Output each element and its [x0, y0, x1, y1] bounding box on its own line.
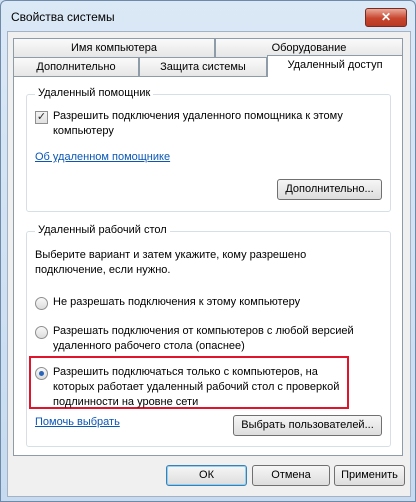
- assistance-advanced-button[interactable]: Дополнительно...: [277, 179, 382, 200]
- remote-assistance-title: Удаленный помощник: [35, 87, 154, 99]
- help-choose-link[interactable]: Помочь выбрать: [35, 415, 120, 430]
- dialog-client: Имя компьютера Оборудование Дополнительн…: [7, 31, 411, 497]
- remote-panel: Удаленный помощник ✓ Разрешить подключен…: [13, 76, 403, 456]
- system-properties-window: Свойства системы ✕ Имя компьютера Оборуд…: [0, 0, 416, 502]
- remote-desktop-title: Удаленный рабочий стол: [35, 224, 170, 236]
- tab-remote[interactable]: Удаленный доступ: [267, 55, 403, 77]
- option-nla-radio[interactable]: [35, 367, 48, 380]
- option-any-version-radio[interactable]: [35, 326, 48, 339]
- tab-advanced[interactable]: Дополнительно: [13, 57, 139, 76]
- tab-system-protection[interactable]: Защита системы: [139, 57, 267, 76]
- option-any-version-label: Разрешать подключения от компьютеров с л…: [53, 325, 354, 352]
- option-deny-radio[interactable]: [35, 297, 48, 310]
- close-icon[interactable]: ✕: [365, 8, 407, 27]
- cancel-button[interactable]: Отмена: [252, 465, 330, 486]
- remote-assistance-group: Удаленный помощник ✓ Разрешить подключен…: [26, 87, 391, 212]
- option-nla-label: Разрешить подключаться только с компьюте…: [53, 366, 340, 408]
- select-users-button[interactable]: Выбрать пользователей...: [233, 415, 382, 436]
- remote-desktop-instruction: Выберите вариант и затем укажите, кому р…: [35, 249, 307, 276]
- option-deny-label: Не разрешать подключения к этому компьют…: [53, 296, 301, 308]
- remote-desktop-group: Удаленный рабочий стол Выберите вариант …: [26, 224, 391, 447]
- ok-button[interactable]: ОК: [166, 465, 247, 486]
- window-title: Свойства системы: [11, 10, 115, 24]
- tab-computer-name[interactable]: Имя компьютера: [13, 38, 215, 57]
- allow-assistance-label: Разрешить подключения удаленного помощни…: [53, 110, 343, 137]
- apply-button[interactable]: Применить: [334, 465, 405, 486]
- title-bar[interactable]: Свойства системы ✕: [1, 1, 415, 31]
- allow-assistance-checkbox[interactable]: ✓: [35, 111, 48, 124]
- about-assistance-link[interactable]: Об удаленном помощнике: [35, 150, 170, 165]
